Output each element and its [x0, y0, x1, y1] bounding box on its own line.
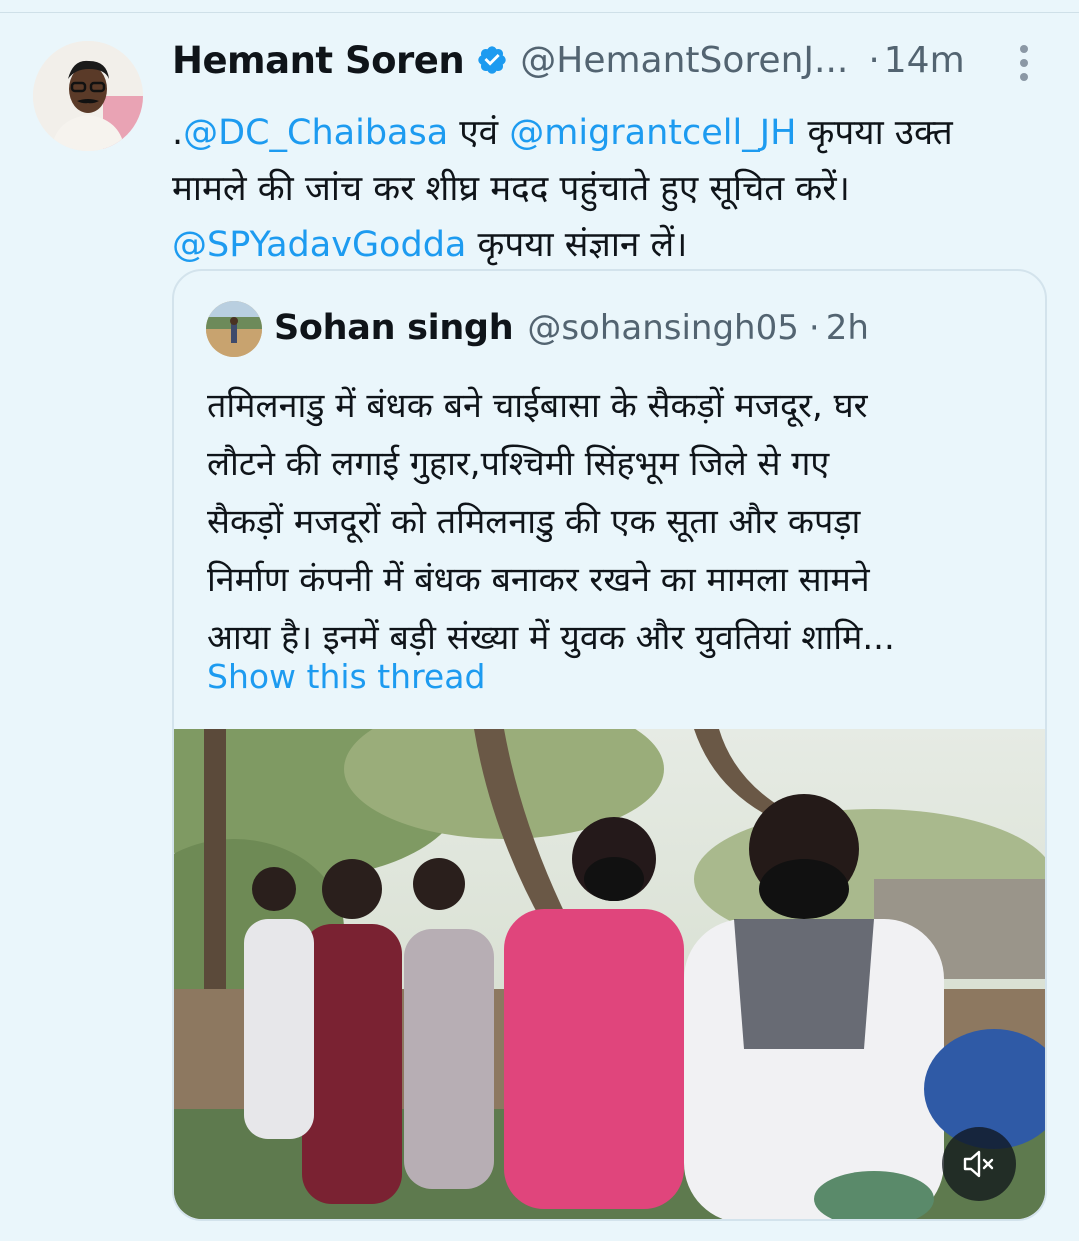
tweet-text: .@DC_Chaibasa एवं @migrantcell_JH कृपया … — [172, 105, 1032, 273]
quoted-text-line: लौटने की लगाई गुहार,पश्चिमी सिंहभूम जिले… — [207, 444, 830, 484]
author-handle[interactable]: @HemantSorenJ... — [520, 40, 848, 81]
mention-spyadavgodda[interactable]: @SPYadavGodda — [172, 225, 466, 265]
quoted-text-line: सैकड़ों मजदूरों को तमिलनाडु की एक सूता औ… — [207, 502, 861, 542]
tweet-timestamp[interactable]: 14m — [884, 40, 965, 81]
quoted-author-name[interactable]: Sohan singh — [274, 308, 514, 348]
quoted-header-separator: · — [808, 308, 820, 348]
verified-badge-icon — [476, 44, 508, 76]
text-prefix: . — [172, 113, 184, 153]
tweet-header: Hemant Soren @HemantSorenJ... · 14m — [172, 37, 1032, 83]
header-separator: · — [868, 39, 880, 81]
quoted-timestamp[interactable]: 2h — [826, 308, 869, 348]
tweet[interactable]: Hemant Soren @HemantSorenJ... · 14m .@DC… — [0, 13, 1079, 1241]
tweet-text-line-2: मामले की जांच कर शीघ्र मदद पहुंचाते हुए … — [172, 169, 850, 209]
quoted-tweet-text: तमिलनाडु में बंधक बने चाईबासा के सैकड़ों… — [207, 377, 1027, 667]
mention-dc-chaibasa[interactable]: @DC_Chaibasa — [183, 113, 448, 153]
quoted-tweet-header: Sohan singh @sohansingh05 · 2h — [274, 305, 869, 351]
tweet-text-line-3: @SPYadavGodda कृपया संज्ञान लें। — [172, 217, 1032, 273]
quoted-text-line: निर्माण कंपनी में बंधक बनाकर रखने का माम… — [207, 560, 870, 600]
text-segment: एवं — [448, 113, 510, 153]
speaker-muted-icon — [963, 1150, 994, 1178]
author-name[interactable]: Hemant Soren — [172, 39, 465, 82]
text-segment: कृपया उक्त — [796, 113, 953, 153]
video-frame-illustration — [174, 729, 1045, 1219]
mute-toggle-button[interactable] — [942, 1127, 1016, 1201]
quoted-author-avatar[interactable] — [206, 301, 262, 357]
quoted-tweet-card[interactable]: Sohan singh @sohansingh05 · 2h तमिलनाडु … — [172, 269, 1047, 1221]
quoted-video[interactable] — [174, 729, 1045, 1219]
tweet-text-line-1: .@DC_Chaibasa एवं @migrantcell_JH कृपया … — [172, 105, 1032, 161]
quoted-author-handle[interactable]: @sohansingh05 — [527, 308, 799, 348]
more-vertical-icon[interactable] — [1014, 45, 1034, 85]
show-thread-link[interactable]: Show this thread — [207, 657, 485, 696]
text-segment: कृपया संज्ञान लें। — [466, 225, 688, 265]
quoted-text-line: तमिलनाडु में बंधक बने चाईबासा के सैकड़ों… — [207, 386, 868, 426]
mention-migrantcell-jh[interactable]: @migrantcell_JH — [509, 113, 796, 153]
author-avatar[interactable] — [33, 41, 143, 151]
